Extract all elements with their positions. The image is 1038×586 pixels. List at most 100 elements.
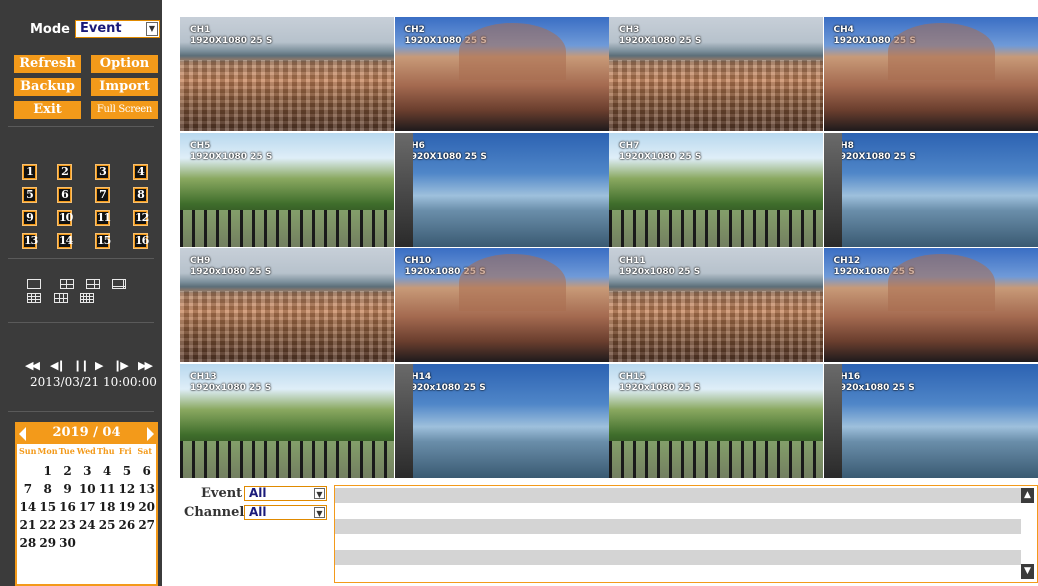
calendar-day[interactable]: 18	[97, 500, 117, 518]
channel-resolution: 1920x1080 25 S	[404, 267, 486, 277]
calendar-day[interactable]: 8	[38, 482, 58, 500]
exit-button[interactable]: Exit	[14, 101, 81, 119]
layout-10-icon[interactable]	[54, 293, 68, 303]
calendar-day[interactable]: 10	[77, 482, 97, 500]
video-tile-ch14[interactable]: CH14 1920x1080 25 S	[394, 363, 609, 478]
calendar-day[interactable]: 15	[38, 500, 58, 518]
layout-9-icon[interactable]	[27, 293, 41, 303]
channel-resolution: 1920X1080 25 S	[190, 36, 273, 46]
weekday-label: Thu	[96, 446, 115, 456]
video-tile-ch15[interactable]: CH15 1920x1080 25 S	[609, 363, 823, 478]
mode-select[interactable]: Event ▼	[75, 20, 160, 38]
channel-button-16[interactable]: 16	[133, 233, 149, 249]
calendar-day[interactable]: 14	[18, 500, 38, 518]
calendar-day[interactable]: 19	[117, 500, 137, 518]
calendar-day[interactable]: 30	[58, 536, 78, 554]
calendar-day[interactable]: 6	[137, 464, 157, 482]
calendar-day[interactable]: 25	[97, 518, 117, 536]
fast-rewind-icon[interactable]: ◀◀	[25, 360, 40, 372]
calendar-day[interactable]: 28	[18, 536, 38, 554]
event-list-row[interactable]	[335, 488, 1021, 503]
calendar-day[interactable]: 21	[18, 518, 38, 536]
channel-button-11[interactable]: 11	[95, 210, 111, 226]
calendar-week-row: 21 22 23 24 25 26 27	[18, 518, 157, 536]
video-tile-ch8[interactable]: CH8 1920X1080 25 S	[823, 132, 1038, 247]
calendar-day[interactable]: 16	[58, 500, 78, 518]
calendar-day[interactable]: 26	[117, 518, 137, 536]
video-tile-ch2[interactable]: CH2 1920X1080 25 S	[394, 17, 609, 131]
channel-button-9[interactable]: 9	[22, 210, 37, 226]
layout-16-icon[interactable]	[80, 293, 94, 303]
channel-button-10[interactable]: 10	[57, 210, 73, 226]
calendar-day[interactable]: 27	[137, 518, 157, 536]
channel-button-8[interactable]: 8	[133, 187, 148, 203]
scroll-down-icon[interactable]: ▼	[1021, 564, 1034, 579]
video-tile-ch4[interactable]: CH4 1920X1080 25 S	[823, 17, 1038, 131]
channel-button-2[interactable]: 2	[57, 164, 72, 180]
video-tile-ch9[interactable]: CH9 1920x1080 25 S	[180, 248, 394, 362]
channel-button-4[interactable]: 4	[133, 164, 148, 180]
pause-icon[interactable]: ❙❙	[73, 360, 90, 372]
calendar-day[interactable]: 7	[18, 482, 38, 500]
calendar-day[interactable]: 9	[58, 482, 78, 500]
divider	[8, 322, 154, 323]
video-tile-ch1[interactable]: CH1 1920X1080 25 S	[180, 17, 394, 131]
calendar-day[interactable]: 1	[38, 464, 58, 482]
video-tile-ch11[interactable]: CH11 1920x1080 25 S	[609, 248, 823, 362]
calendar-day[interactable]: 2	[58, 464, 78, 482]
channel-button-6[interactable]: 6	[57, 187, 72, 203]
layout-8-icon[interactable]	[112, 279, 126, 289]
channel-button-3[interactable]: 3	[95, 164, 110, 180]
layout-6-icon[interactable]	[86, 279, 100, 289]
calendar-day[interactable]: 3	[77, 464, 97, 482]
video-tile-ch13[interactable]: CH13 1920x1080 25 S	[180, 363, 394, 478]
channel-button-13[interactable]: 13	[22, 233, 38, 249]
calendar-day[interactable]: 20	[137, 500, 157, 518]
video-tile-ch3[interactable]: CH3 1920X1080 25 S	[609, 17, 823, 131]
calendar-day[interactable]: 13	[137, 482, 157, 500]
option-button[interactable]: Option	[91, 55, 158, 73]
channel-button-1[interactable]: 1	[22, 164, 37, 180]
calendar-day[interactable]: 24	[77, 518, 97, 536]
event-list-row[interactable]	[335, 550, 1021, 565]
next-month-icon[interactable]	[147, 427, 154, 441]
calendar-day[interactable]: 12	[117, 482, 137, 500]
full-screen-button[interactable]: Full Screen	[91, 101, 158, 119]
event-list-row[interactable]	[335, 519, 1021, 534]
step-forward-icon[interactable]: ❙▶	[113, 360, 129, 372]
channel-button-14[interactable]: 14	[57, 233, 73, 249]
video-tile-ch12[interactable]: CH12 1920x1080 25 S	[823, 248, 1038, 362]
calendar-day[interactable]: 11	[97, 482, 117, 500]
channel-filter-value: All	[249, 505, 267, 519]
channel-button-12[interactable]: 12	[133, 210, 149, 226]
event-list[interactable]: ▲ ▼	[334, 485, 1038, 583]
channel-resolution: 1920X1080 25 S	[619, 151, 702, 162]
event-filter-select[interactable]: All ▼	[244, 486, 327, 501]
video-tile-ch6[interactable]: CH6 1920X1080 25 S	[394, 132, 609, 247]
event-filter-label: Event	[201, 486, 243, 501]
fast-forward-icon[interactable]: ▶▶	[138, 360, 153, 372]
calendar-day[interactable]: 29	[38, 536, 58, 554]
calendar-day[interactable]: 17	[77, 500, 97, 518]
calendar-day[interactable]: 23	[58, 518, 78, 536]
refresh-button[interactable]: Refresh	[14, 55, 81, 73]
channel-button-5[interactable]: 5	[22, 187, 37, 203]
calendar-day[interactable]: 22	[38, 518, 58, 536]
video-tile-ch7[interactable]: CH7 1920X1080 25 S	[609, 132, 823, 247]
step-back-icon[interactable]: ◀❙	[50, 360, 66, 372]
video-tile-ch16[interactable]: CH16 1920x1080 25 S	[823, 363, 1038, 478]
play-icon[interactable]: ▶	[95, 360, 104, 372]
layout-4-icon[interactable]	[60, 279, 74, 289]
video-tile-ch5[interactable]: CH5 1920X1080 25 S	[180, 132, 394, 247]
backup-button[interactable]: Backup	[14, 78, 81, 96]
channel-button-7[interactable]: 7	[95, 187, 110, 203]
calendar-day[interactable]: 4	[97, 464, 117, 482]
video-tile-ch10[interactable]: CH10 1920x1080 25 S	[394, 248, 609, 362]
scroll-up-icon[interactable]: ▲	[1021, 488, 1034, 503]
calendar-day[interactable]: 5	[117, 464, 137, 482]
layout-1-icon[interactable]	[27, 279, 41, 289]
import-button[interactable]: Import	[91, 78, 158, 96]
weekday-label: Tue	[58, 446, 75, 456]
channel-button-15[interactable]: 15	[95, 233, 111, 249]
channel-filter-select[interactable]: All ▼	[244, 505, 327, 520]
